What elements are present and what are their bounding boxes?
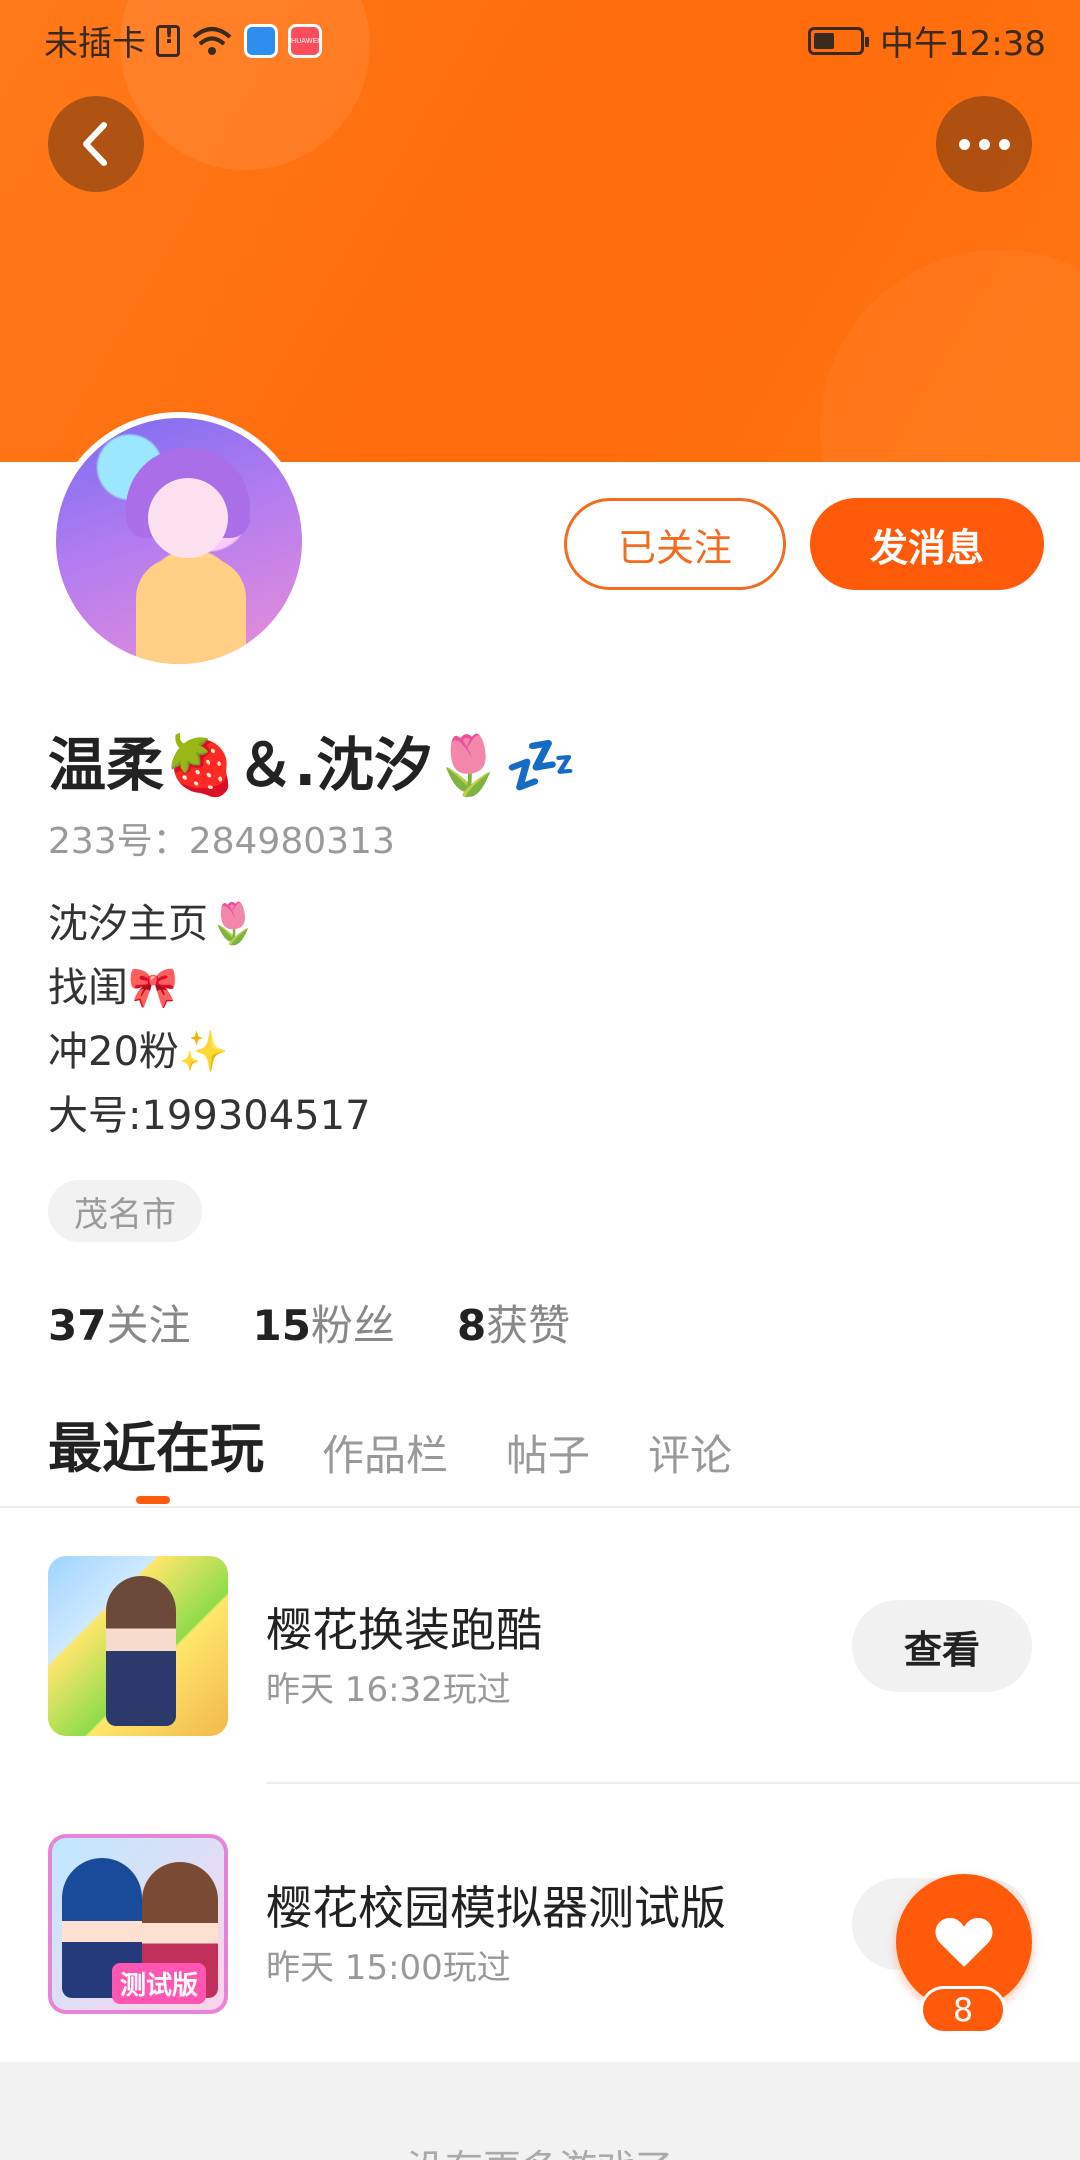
- profile-nickname: 温柔🍓＆.沈汐🌷💤: [48, 731, 577, 799]
- avatar[interactable]: [50, 412, 308, 670]
- profile-tabs: 最近在玩 作品栏 帖子 评论: [48, 1404, 732, 1483]
- game-icon: [48, 1556, 228, 1736]
- tab-posts[interactable]: 帖子: [506, 1422, 590, 1483]
- stat-number: 37: [48, 1301, 107, 1350]
- game-played-time: 昨天 15:00玩过: [266, 1948, 511, 1988]
- game-list-item[interactable]: 樱花换装跑酷 昨天 16:32玩过 查看: [0, 1556, 1080, 1736]
- followed-button[interactable]: 已关注: [564, 498, 786, 590]
- no-more-games-text: 没有更多游戏了: [0, 2138, 1080, 2160]
- tab-works[interactable]: 作品栏: [322, 1422, 448, 1483]
- row-divider: [266, 1782, 1080, 1784]
- huawei-badge-text: HUAWEI: [291, 36, 320, 45]
- stat-label: 粉丝: [310, 1301, 395, 1350]
- sim-alert-icon: [156, 24, 180, 57]
- game-name: 樱花校园模拟器测试版: [266, 1881, 726, 1935]
- stat-following[interactable]: 37关注: [48, 1292, 190, 1353]
- huawei-app-icon: HUAWEI: [288, 23, 322, 58]
- stat-likes: 8获赞: [457, 1292, 570, 1353]
- stat-fans[interactable]: 15粉丝: [252, 1292, 394, 1353]
- like-count-badge: 8: [920, 1986, 1006, 2034]
- stat-number: 8: [456, 1301, 487, 1350]
- more-options-button[interactable]: [936, 96, 1032, 192]
- bio-line: 沈汐主页🌷: [48, 901, 258, 947]
- stat-number: 15: [252, 1301, 311, 1350]
- uid-label: 233号：: [48, 821, 189, 862]
- chevron-left-icon: [83, 122, 107, 166]
- stat-label: 获赞: [486, 1301, 571, 1350]
- game-icon-tag: 测试版: [112, 1963, 207, 2004]
- game-played-time: 昨天 16:32玩过: [266, 1670, 511, 1710]
- bio-line: 大号:199304517: [48, 1093, 371, 1139]
- clock-text: 中午12:38: [880, 24, 1046, 64]
- uid-value: 284980313: [188, 821, 395, 862]
- wifi-icon: [192, 26, 232, 55]
- banner-decoration: [820, 250, 1080, 462]
- carrier-text: 未插卡: [44, 24, 146, 64]
- send-message-button[interactable]: 发消息: [810, 498, 1044, 590]
- list-footer: 没有更多游戏了: [0, 2062, 1080, 2160]
- browser-app-icon: [244, 23, 278, 58]
- more-dots-icon: [958, 138, 1010, 150]
- tab-comments[interactable]: 评论: [648, 1422, 732, 1483]
- game-icon: 测试版: [48, 1834, 228, 2014]
- stat-label: 关注: [106, 1301, 191, 1350]
- battery-icon: [808, 26, 870, 55]
- back-button[interactable]: [48, 96, 144, 192]
- bio-line: 冲20粉✨: [48, 1029, 229, 1075]
- bio-line: 找闺🎀: [48, 965, 178, 1011]
- game-name: 樱花换装跑酷: [266, 1603, 542, 1657]
- profile-bio: 沈汐主页🌷 找闺🎀 冲20粉✨ 大号:199304517: [48, 892, 371, 1148]
- view-game-button[interactable]: 查看: [852, 1600, 1032, 1692]
- heart-icon: [935, 1917, 993, 1967]
- profile-stats: 37关注 15粉丝 8获赞: [48, 1292, 570, 1353]
- location-tag: 茂名市: [48, 1180, 202, 1242]
- tabs-divider: [0, 1506, 1080, 1508]
- tab-recently-playing[interactable]: 最近在玩: [48, 1404, 264, 1483]
- active-tab-indicator: [136, 1496, 170, 1504]
- profile-uid: 233号：284980313: [48, 812, 395, 864]
- status-bar: 未插卡 HUAWEI 中午12:38: [0, 0, 1080, 72]
